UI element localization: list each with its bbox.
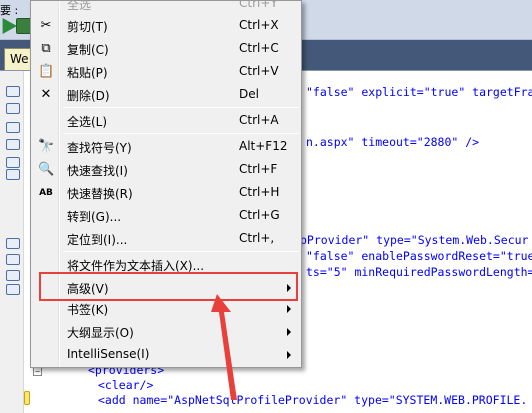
menu-item-label: 全选 xyxy=(67,0,92,12)
scissors-icon: ✂ xyxy=(40,18,52,33)
menu-item-label: 剪切(T) xyxy=(67,20,108,34)
menu-item-shortcut: Ctrl+F xyxy=(239,162,278,176)
menu-item-label: 快速查找(I) xyxy=(67,164,128,178)
gutter-marker[interactable] xyxy=(6,103,20,114)
menu-item-paste[interactable]: 📋 粘贴(P) Ctrl+V xyxy=(33,60,299,83)
quick-replace-icon: AB xyxy=(39,188,53,198)
menu-item-cut[interactable]: ✂ 剪切(T) Ctrl+X xyxy=(33,14,299,37)
menu-item-intellisense[interactable]: IntelliSense(I) xyxy=(33,343,299,366)
menu-item-shortcut: Del xyxy=(239,87,259,101)
menu-item-shortcut: Alt+F12 xyxy=(239,139,288,153)
menu-item-shortcut: Ctrl+, xyxy=(239,231,275,245)
menu-item-shortcut: Ctrl+X xyxy=(239,18,279,32)
find-symbol-icon: 🔭 xyxy=(38,139,55,154)
gutter-marker[interactable] xyxy=(6,284,20,295)
copy-icon: ⧉ xyxy=(41,41,51,56)
menu-item-shortcut: Ctrl+G xyxy=(239,208,280,222)
gutter-marker[interactable] xyxy=(6,139,20,150)
submenu-arrow-icon xyxy=(287,328,291,336)
delete-icon: ✕ xyxy=(40,87,52,102)
menu-item-label: 复制(C) xyxy=(67,43,109,57)
submenu-arrow-icon xyxy=(287,305,291,313)
code-line[interactable]: <clear/> xyxy=(98,378,153,392)
fold-toggle-icon[interactable]: − xyxy=(33,367,42,376)
menu-item-shortcut: Ctrl+Y xyxy=(239,0,278,10)
editor-gutter xyxy=(0,71,24,413)
code-line[interactable]: pProvider" type="System.Web.Secur xyxy=(300,233,528,247)
menu-separator xyxy=(63,107,299,108)
menu-item-label: 查找符号(Y) xyxy=(67,141,132,155)
start-debug-icon[interactable] xyxy=(2,18,17,34)
menu-item-copy[interactable]: ⧉ 复制(C) Ctrl+C xyxy=(33,37,299,60)
context-menu: 全选 Ctrl+Y ✂ 剪切(T) Ctrl+X ⧉ 复制(C) Ctrl+C … xyxy=(30,0,302,368)
menu-item-partial[interactable]: 全选 Ctrl+Y xyxy=(33,0,299,15)
quick-find-icon: 🔍 xyxy=(38,162,55,177)
annotation-arrow-icon xyxy=(211,294,237,400)
menu-item-delete[interactable]: ✕ 删除(D) Del xyxy=(33,83,299,106)
annotation-highlight-box xyxy=(39,272,298,301)
menu-item-label: 大纲显示(O) xyxy=(67,326,134,340)
paste-icon: 📋 xyxy=(38,64,55,79)
menu-item-quick-replace[interactable]: AB 快速替换(R) Ctrl+H xyxy=(33,181,299,204)
menu-separator xyxy=(63,133,299,134)
gutter-marker[interactable] xyxy=(6,254,20,265)
menu-item-navigate-to[interactable]: 定位到(I)... Ctrl+, xyxy=(33,227,299,250)
menu-item-label: 书签(K) xyxy=(67,303,109,317)
menu-item-quick-find[interactable]: 🔍 快速查找(I) Ctrl+F xyxy=(33,158,299,181)
menu-item-label: 定位到(I)... xyxy=(67,233,128,247)
code-line[interactable]: n.aspx" timeout="2880" /> xyxy=(306,135,479,149)
menu-item-outlining[interactable]: 大纲显示(O) xyxy=(33,320,299,343)
menu-item-goto[interactable]: 转到(G)... Ctrl+G xyxy=(33,204,299,227)
code-line[interactable]: <add name="AspNetSqlProfileProvider" typ… xyxy=(98,393,527,407)
gutter-marker[interactable] xyxy=(6,270,20,281)
code-line[interactable]: ts="5" minRequiredPasswordLength= xyxy=(306,265,532,279)
toolbar-label: 要 : xyxy=(0,4,19,17)
gutter-marker[interactable] xyxy=(6,122,20,133)
change-marker xyxy=(24,391,30,405)
gutter-marker[interactable] xyxy=(6,238,20,249)
menu-item-select-all[interactable]: 全选(L) Ctrl+A xyxy=(33,109,299,132)
menu-item-find-symbol[interactable]: 🔭 查找符号(Y) Alt+F12 xyxy=(33,135,299,158)
menu-item-shortcut: Ctrl+C xyxy=(239,41,279,55)
menu-item-label: 转到(G)... xyxy=(67,210,122,224)
menu-item-label: 删除(D) xyxy=(67,89,110,103)
menu-separator xyxy=(63,251,299,252)
menu-item-label: 全选(L) xyxy=(67,115,108,129)
menu-item-shortcut: Ctrl+V xyxy=(239,64,279,78)
gutter-marker[interactable] xyxy=(6,86,20,97)
code-line[interactable]: "false" enablePasswordReset="true xyxy=(306,249,532,263)
menu-item-shortcut: Ctrl+H xyxy=(239,185,280,199)
menu-item-shortcut: Ctrl+A xyxy=(239,113,279,127)
gutter-marker[interactable] xyxy=(6,169,20,180)
menu-item-label: 快速替换(R) xyxy=(67,187,133,201)
gutter-marker[interactable] xyxy=(6,157,20,168)
submenu-arrow-icon xyxy=(287,351,291,359)
menu-item-label: 粘贴(P) xyxy=(67,66,108,80)
code-line[interactable]: "false" explicit="true" targetFra xyxy=(306,85,532,99)
menu-item-label: IntelliSense(I) xyxy=(67,347,150,361)
